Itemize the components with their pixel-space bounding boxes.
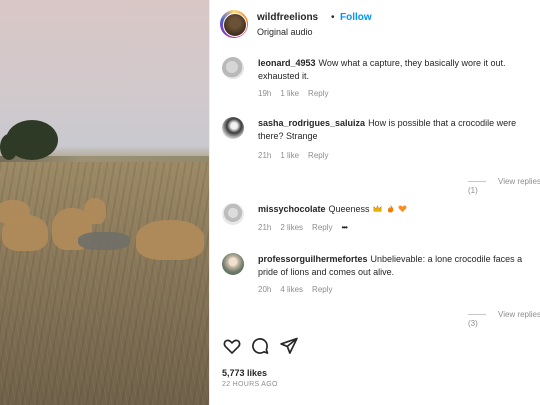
- comment-meta: 21h 2 likes Reply •••: [258, 223, 356, 232]
- separator-dot: •: [331, 12, 335, 23]
- comment-likes[interactable]: 1 like: [280, 151, 299, 160]
- orange-heart-emoji-icon: [398, 205, 407, 213]
- like-count[interactable]: 5,773 likes: [222, 368, 267, 378]
- view-replies-link[interactable]: View replies (3): [468, 310, 540, 328]
- commenter-username[interactable]: missychocolate: [258, 204, 326, 214]
- post-header: wildfreelions • Follow Original audio: [220, 10, 530, 40]
- tree-silhouette: [0, 134, 18, 160]
- reply-button[interactable]: Reply: [312, 223, 332, 232]
- commenter-avatar[interactable]: [222, 117, 244, 139]
- comment-meta: 19h 1 like Reply: [258, 89, 338, 98]
- comment-time: 21h: [258, 151, 272, 160]
- comment-item: sasha_rodrigues_saluiza How is possible t…: [222, 117, 540, 161]
- comment-time: 20h: [258, 285, 272, 294]
- audio-label[interactable]: Original audio: [257, 27, 313, 37]
- author-avatar[interactable]: [220, 10, 248, 38]
- lion-figure: [2, 215, 48, 251]
- view-replies-label: View replies (3): [468, 310, 540, 328]
- replies-divider: [468, 314, 486, 316]
- share-icon[interactable]: [279, 336, 299, 356]
- post-timestamp: 22 HOURS AGO: [222, 381, 278, 388]
- comments-panel: wildfreelions • Follow Original audio le…: [209, 0, 540, 405]
- heart-icon[interactable]: [222, 336, 242, 356]
- savanna-ground: [0, 162, 209, 405]
- comment-text: Queeness: [328, 204, 370, 214]
- author-username[interactable]: wildfreelions: [257, 12, 318, 23]
- commenter-avatar[interactable]: [222, 57, 244, 79]
- commenter-avatar[interactable]: [222, 253, 244, 275]
- view-replies-label: View replies (1): [468, 177, 540, 195]
- crown-emoji-icon: [373, 205, 382, 212]
- comment-likes[interactable]: 4 likes: [280, 285, 303, 294]
- comment-icon[interactable]: [250, 336, 270, 356]
- reply-button[interactable]: Reply: [308, 89, 328, 98]
- reply-button[interactable]: Reply: [308, 151, 328, 160]
- comment-time: 21h: [258, 223, 272, 232]
- post-actions: [222, 336, 532, 358]
- video-player[interactable]: [0, 0, 209, 405]
- comment-meta: 20h 4 likes Reply: [258, 285, 342, 294]
- comment-text-block: professorguilhermefortes Unbelievable: a …: [258, 253, 540, 279]
- commenter-username[interactable]: professorguilhermefortes: [258, 254, 368, 264]
- commenter-username[interactable]: leonard_4953: [258, 58, 316, 68]
- comment-time: 19h: [258, 89, 272, 98]
- comment-item: leonard_4953 Wow what a capture, they bas…: [222, 57, 540, 101]
- comment-text-block: leonard_4953 Wow what a capture, they bas…: [258, 57, 540, 83]
- follow-button[interactable]: Follow: [340, 12, 372, 23]
- comment-likes[interactable]: 1 like: [280, 89, 299, 98]
- comment-text-block: sasha_rodrigues_saluiza How is possible t…: [258, 117, 540, 143]
- more-options-icon[interactable]: •••: [342, 223, 348, 232]
- fire-emoji-icon: [387, 204, 393, 213]
- comment-likes[interactable]: 2 likes: [280, 223, 303, 232]
- view-replies-link[interactable]: View replies (1): [468, 177, 540, 195]
- comment-item: missychocolate Queeness 21h 2 likes Reply ••…: [222, 203, 540, 239]
- lion-figure: [84, 198, 106, 224]
- comment-item: professorguilhermefortes Unbelievable: a …: [222, 253, 540, 297]
- lion-figure: [136, 220, 204, 260]
- reply-button[interactable]: Reply: [312, 285, 332, 294]
- comment-meta: 21h 1 like Reply: [258, 151, 338, 160]
- comment-text-block: missychocolate Queeness: [258, 203, 540, 216]
- commenter-avatar[interactable]: [222, 203, 244, 225]
- author-avatar-image: [223, 13, 247, 37]
- crocodile-figure: [78, 232, 130, 250]
- replies-divider: [468, 181, 486, 183]
- commenter-username[interactable]: sasha_rodrigues_saluiza: [258, 118, 365, 128]
